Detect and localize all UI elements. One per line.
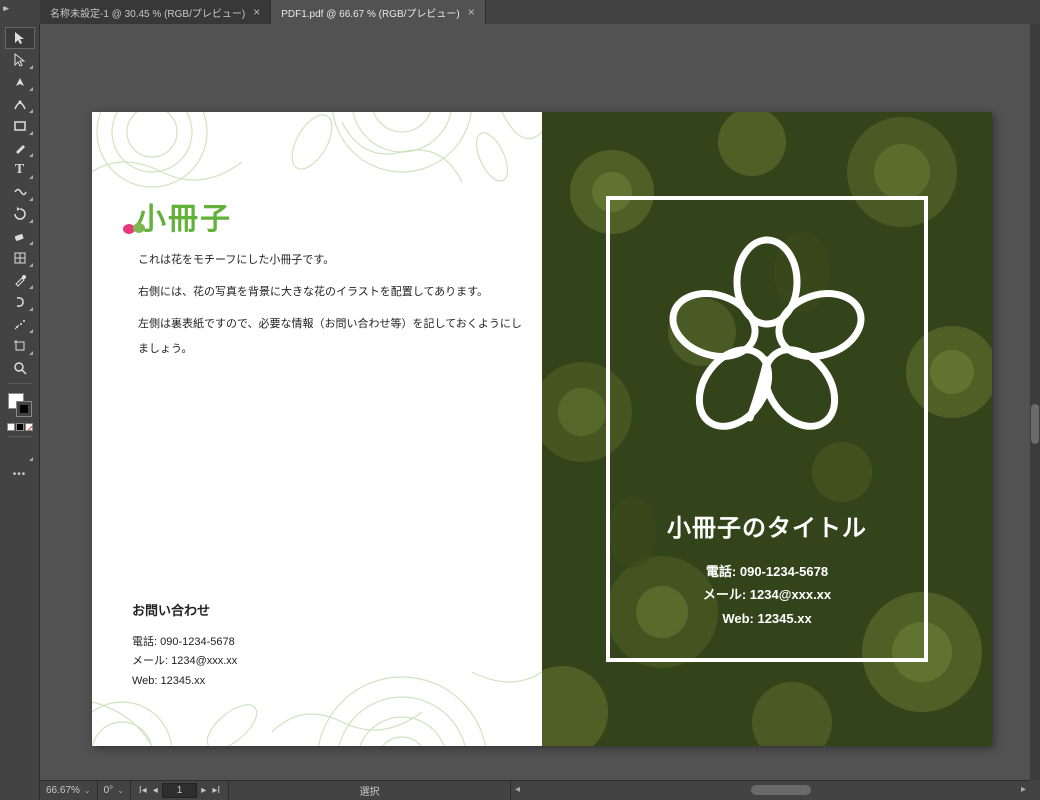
artboard-nav: I◂ ◂ 1 ▸ ▸I <box>131 781 229 800</box>
contact-web: Web: 12345.xx <box>132 672 237 692</box>
contact-mail: メール: 1234@xxx.xx <box>132 652 237 672</box>
warp-tool[interactable] <box>6 292 34 312</box>
zoom-field[interactable]: 66.67% ⌄ <box>40 781 98 800</box>
toolbar-divider <box>8 436 32 437</box>
line-tool[interactable] <box>6 182 34 202</box>
status-bar: 66.67% ⌄ 0° ⌄ I◂ ◂ 1 ▸ ▸I 選択 ◂ ▸ <box>40 780 1030 800</box>
cover-tel: 電話: 090-1234-5678 <box>542 560 992 583</box>
rotate-field[interactable]: 0° ⌄ <box>98 781 131 800</box>
mesh-tool[interactable] <box>6 248 34 268</box>
booklet-back-cover: 小冊子 これは花をモチーフにした小冊子です。 右側には、花の写真を背景に大きな花… <box>92 112 542 746</box>
flower-illustration <box>662 230 872 440</box>
color-mode-none[interactable] <box>25 423 33 431</box>
artboard-tool[interactable] <box>6 336 34 356</box>
zoom-value: 66.67% <box>46 785 80 796</box>
edit-toolbar-button[interactable]: ••• <box>6 464 34 484</box>
canvas[interactable]: 小冊子 これは花をモチーフにした小冊子です。 右側には、花の写真を背景に大きな花… <box>40 24 1030 780</box>
document-tab-bar: 名称未設定-1 @ 30.45 % (RGB/プレビュー) × PDF1.pdf… <box>40 0 1030 24</box>
nav-next-icon[interactable]: ▸ <box>199 785 208 796</box>
color-mode-color[interactable] <box>7 423 15 431</box>
nav-last-icon[interactable]: ▸I <box>210 785 222 796</box>
toolbar-divider <box>8 383 32 384</box>
rectangle-tool[interactable] <box>6 116 34 136</box>
pen-tool[interactable] <box>6 72 34 92</box>
booklet-left-body: これは花をモチーフにした小冊子です。 右側には、花の写真を背景に大きな花のイラス… <box>138 248 522 369</box>
artboard: 小冊子 これは花をモチーフにした小冊子です。 右側には、花の写真を背景に大きな花… <box>92 112 992 746</box>
chevron-down-icon: ⌄ <box>117 786 124 795</box>
leaf-decoration-icon <box>122 220 146 238</box>
close-icon[interactable]: × <box>253 6 260 18</box>
eyedropper-tool[interactable] <box>6 270 34 290</box>
selection-info: 選択 <box>229 783 510 798</box>
direct-selection-tool[interactable] <box>6 50 34 70</box>
curvature-tool[interactable] <box>6 94 34 114</box>
horizontal-scrollbar[interactable]: ◂ ▸ <box>510 781 1030 800</box>
contact-tel: 電話: 090-1234-5678 <box>132 633 237 653</box>
tools-panel: T ••• <box>0 24 40 800</box>
scrollbar-thumb[interactable] <box>751 785 811 795</box>
screen-mode-tool[interactable] <box>6 442 34 462</box>
artboard-number[interactable]: 1 <box>162 783 198 798</box>
nav-prev-icon[interactable]: ◂ <box>151 785 160 796</box>
rotate-value: 0° <box>104 785 114 796</box>
scrollbar-thumb[interactable] <box>1031 404 1039 444</box>
document-tab-1[interactable]: 名称未設定-1 @ 30.45 % (RGB/プレビュー) × <box>40 0 271 24</box>
cover-title: 小冊子のタイトル <box>542 508 992 543</box>
cover-web: Web: 12345.xx <box>542 607 992 630</box>
document-tab-label: PDF1.pdf @ 66.67 % (RGB/プレビュー) <box>281 5 460 20</box>
chevron-down-icon: ⌄ <box>84 786 91 795</box>
stroke-color[interactable] <box>16 401 32 417</box>
eraser-tool[interactable] <box>6 226 34 246</box>
contact-block: お問い合わせ 電話: 090-1234-5678 メール: 1234@xxx.x… <box>132 599 237 692</box>
vertical-scrollbar[interactable] <box>1030 24 1040 780</box>
booklet-front-cover: 小冊子のタイトル 電話: 090-1234-5678 メール: 1234@xxx… <box>542 112 992 746</box>
color-mode-row <box>7 423 33 431</box>
paintbrush-tool[interactable] <box>6 138 34 158</box>
cover-mail: メール: 1234@xxx.xx <box>542 583 992 606</box>
body-paragraph: これは花をモチーフにした小冊子です。 <box>138 248 522 272</box>
type-tool[interactable]: T <box>6 160 34 180</box>
symbol-sprayer-tool[interactable] <box>6 314 34 334</box>
nav-first-icon[interactable]: I◂ <box>137 785 149 796</box>
contact-heading: お問い合わせ <box>132 599 237 622</box>
zoom-tool[interactable] <box>6 358 34 378</box>
scroll-right-icon[interactable]: ▸ <box>1021 784 1026 795</box>
body-paragraph: 左側は裏表紙ですので、必要な情報（お問い合わせ等）を記しておくようにしましょう。 <box>138 312 522 360</box>
cover-contact: 電話: 090-1234-5678 メール: 1234@xxx.xx Web: … <box>542 560 992 630</box>
rotate-tool[interactable] <box>6 204 34 224</box>
document-tab-label: 名称未設定-1 @ 30.45 % (RGB/プレビュー) <box>50 5 245 20</box>
color-mode-gradient[interactable] <box>16 423 24 431</box>
expand-panels-left-icon[interactable]: ▸▸ <box>3 3 6 14</box>
close-icon[interactable]: × <box>468 6 475 18</box>
fill-stroke-swatch[interactable] <box>8 393 32 417</box>
scroll-left-icon[interactable]: ◂ <box>515 784 520 795</box>
selection-tool[interactable] <box>6 28 34 48</box>
body-paragraph: 右側には、花の写真を背景に大きな花のイラストを配置してあります。 <box>138 280 522 304</box>
document-tab-2[interactable]: PDF1.pdf @ 66.67 % (RGB/プレビュー) × <box>271 0 486 24</box>
booklet-left-title: 小冊子 <box>136 194 232 238</box>
